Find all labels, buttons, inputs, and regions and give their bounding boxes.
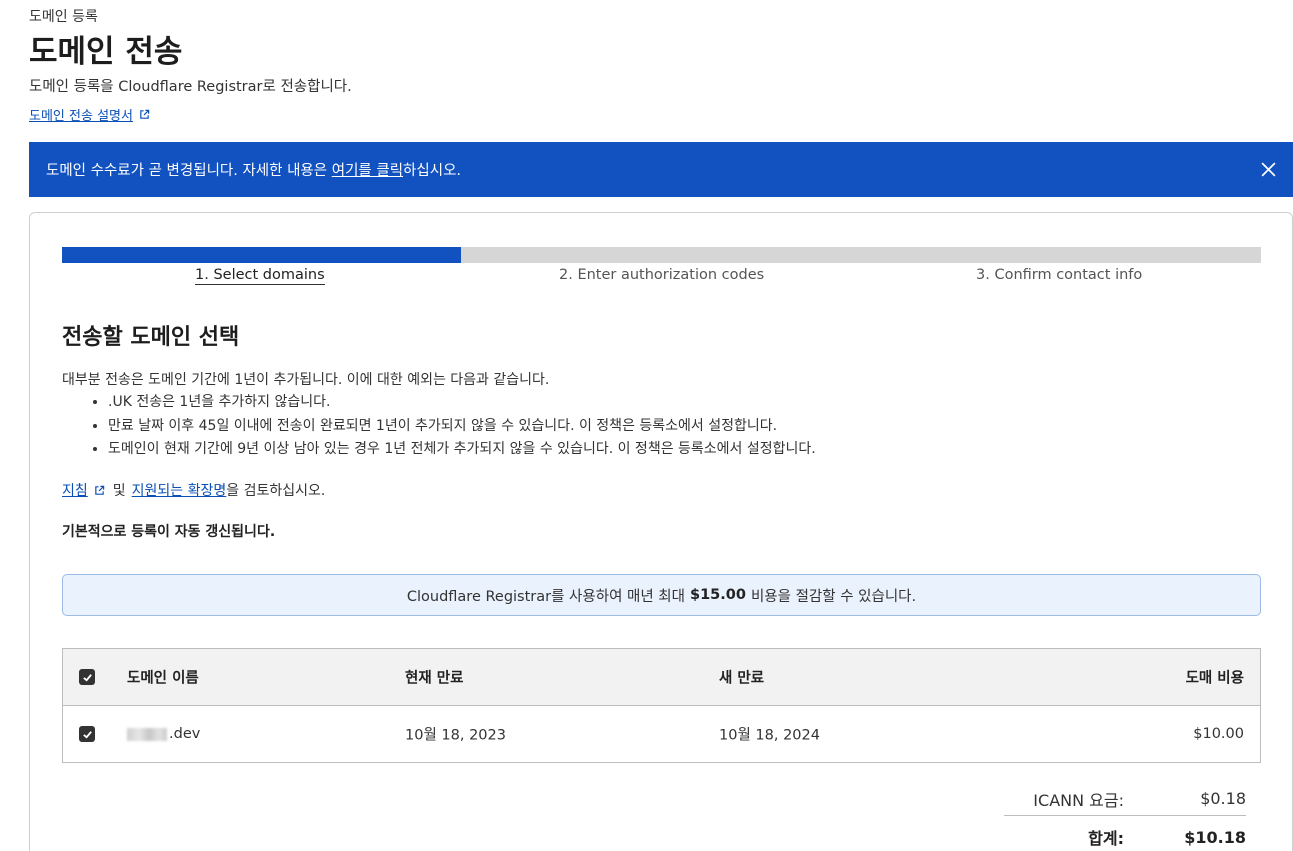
wholesale-cost: $10.00 (1193, 726, 1244, 742)
total-value: $10.18 (1184, 827, 1246, 847)
exceptions-list: .UK 전송은 1년을 추가하지 않습니다. 만료 날짜 이후 45일 이내에 … (88, 391, 816, 462)
icann-fee-label: ICANN 요금: (1033, 790, 1124, 810)
breadcrumb[interactable]: 도메인 등록 (29, 6, 98, 26)
doc-link-label[interactable]: 도메인 전송 설명서 (29, 105, 133, 124)
external-link-icon (140, 109, 150, 119)
list-item: 도메인이 현재 기간에 9년 이상 남아 있는 경우 1년 전체가 추가되지 않… (108, 438, 816, 462)
row-checkbox[interactable] (79, 726, 95, 742)
check-icon (82, 730, 92, 739)
col-new-expiry[interactable]: 새 만료 (719, 667, 764, 688)
extensions-link[interactable]: 지원되는 확장명 (132, 480, 227, 500)
progress-bar (62, 247, 1261, 263)
table-row: .dev 10월 18, 2023 10월 18, 2024 $10.00 (63, 706, 1260, 762)
review-line: 지침 및 지원되는 확장명 을 검토하십시오. (62, 480, 325, 500)
step-auth-codes[interactable]: 2. Enter authorization codes (559, 267, 764, 283)
new-expiry: 10월 18, 2024 (719, 727, 820, 744)
guidelines-link[interactable]: 지침 (62, 480, 88, 500)
page-subtitle: 도메인 등록을 Cloudflare Registrar로 전송합니다. (29, 79, 352, 95)
current-expiry: 10월 18, 2023 (405, 727, 506, 744)
savings-amount: $15.00 (689, 587, 746, 603)
icann-fee-value: $0.18 (1200, 789, 1246, 808)
banner-text: 도메인 수수료가 곧 변경됩니다. 자세한 내용은 (46, 163, 332, 179)
fee-change-banner: 도메인 수수료가 곧 변경됩니다. 자세한 내용은 여기를 클릭 하십시오. (29, 142, 1293, 197)
price-summary: ICANN 요금: $0.18 합계: $10.18 (1004, 786, 1246, 851)
review-end: 을 검토하십시오. (226, 483, 326, 499)
intro-text: 대부분 전송은 도메인 기간에 1년이 추가됩니다. 이에 대한 예외는 다음과… (62, 372, 550, 388)
savings-text-end: 비용을 절감할 수 있습니다. (750, 588, 917, 605)
total-row: 합계: $10.18 (1004, 822, 1246, 851)
page-title: 도메인 전송 (29, 34, 183, 70)
close-icon[interactable] (1260, 161, 1277, 178)
domain-name: .dev (127, 726, 200, 742)
autorenew-note: 기본적으로 등록이 자동 갱신됩니다. (62, 524, 276, 540)
external-link-icon (95, 485, 104, 495)
domains-table: 도메인 이름 현재 만료 새 만료 도매 비용 .dev 10월 18, 202… (62, 648, 1261, 763)
review-mid: 및 (112, 483, 126, 499)
check-icon (82, 673, 92, 682)
redacted-name (127, 727, 167, 741)
step-contact-info[interactable]: 3. Confirm contact info (976, 267, 1142, 283)
transfer-card: 1. Select domains 2. Enter authorization… (29, 212, 1293, 851)
table-header: 도메인 이름 현재 만료 새 만료 도매 비용 (63, 649, 1260, 706)
step-select-domains[interactable]: 1. Select domains (195, 267, 325, 285)
col-domain-name[interactable]: 도메인 이름 (127, 667, 199, 688)
domain-suffix: .dev (169, 726, 201, 742)
banner-link[interactable]: 여기를 클릭 (332, 159, 403, 180)
savings-text: Cloudflare Registrar를 사용하여 매년 최대 (406, 588, 685, 605)
col-wholesale-cost[interactable]: 도매 비용 (1186, 667, 1244, 688)
icann-fee-row: ICANN 요금: $0.18 (1004, 786, 1246, 816)
select-all-checkbox[interactable] (79, 669, 95, 685)
banner-text-end: 하십시오. (403, 163, 462, 179)
section-title: 전송할 도메인 선택 (62, 325, 240, 350)
col-current-expiry[interactable]: 현재 만료 (405, 667, 463, 688)
savings-notice: Cloudflare Registrar를 사용하여 매년 최대 $15.00 … (62, 574, 1261, 616)
list-item: 만료 날짜 이후 45일 이내에 전송이 완료되면 1년이 추가되지 않을 수 … (108, 415, 816, 439)
list-item: .UK 전송은 1년을 추가하지 않습니다. (108, 391, 816, 415)
total-label: 합계: (1088, 829, 1124, 848)
progress-fill (62, 247, 462, 263)
doc-link[interactable]: 도메인 전송 설명서 (29, 105, 150, 124)
